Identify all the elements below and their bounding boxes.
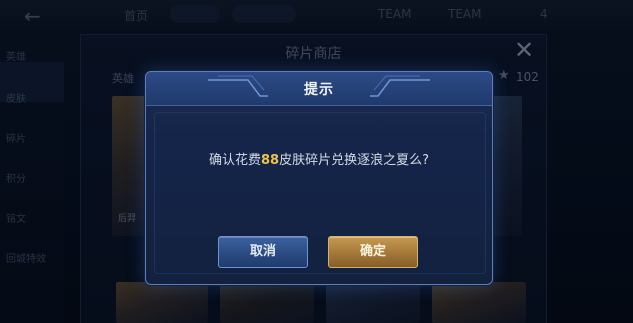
dialog-title: 提示 bbox=[304, 82, 334, 98]
dialog-message: 确认花费88皮肤碎片兑换逐浪之夏么? bbox=[146, 149, 492, 168]
message-suffix: 皮肤碎片兑换逐浪之夏么? bbox=[279, 153, 429, 168]
header-ornament-icon bbox=[370, 75, 430, 97]
dialog-body-frame bbox=[154, 112, 486, 274]
game-screen: ← 首页 TEAM TEAM 4 英雄 皮肤 碎片 积分 铭文 回城特效 碎片商… bbox=[0, 0, 633, 323]
confirm-dialog: 提示 确认花费88皮肤碎片兑换逐浪之夏么? 取消 确定 bbox=[145, 71, 493, 285]
cancel-button[interactable]: 取消 bbox=[218, 236, 308, 268]
cost-value: 88 bbox=[261, 153, 280, 168]
message-prefix: 确认花费 bbox=[208, 153, 261, 168]
dialog-header: 提示 bbox=[146, 72, 492, 106]
confirm-button[interactable]: 确定 bbox=[328, 236, 418, 268]
